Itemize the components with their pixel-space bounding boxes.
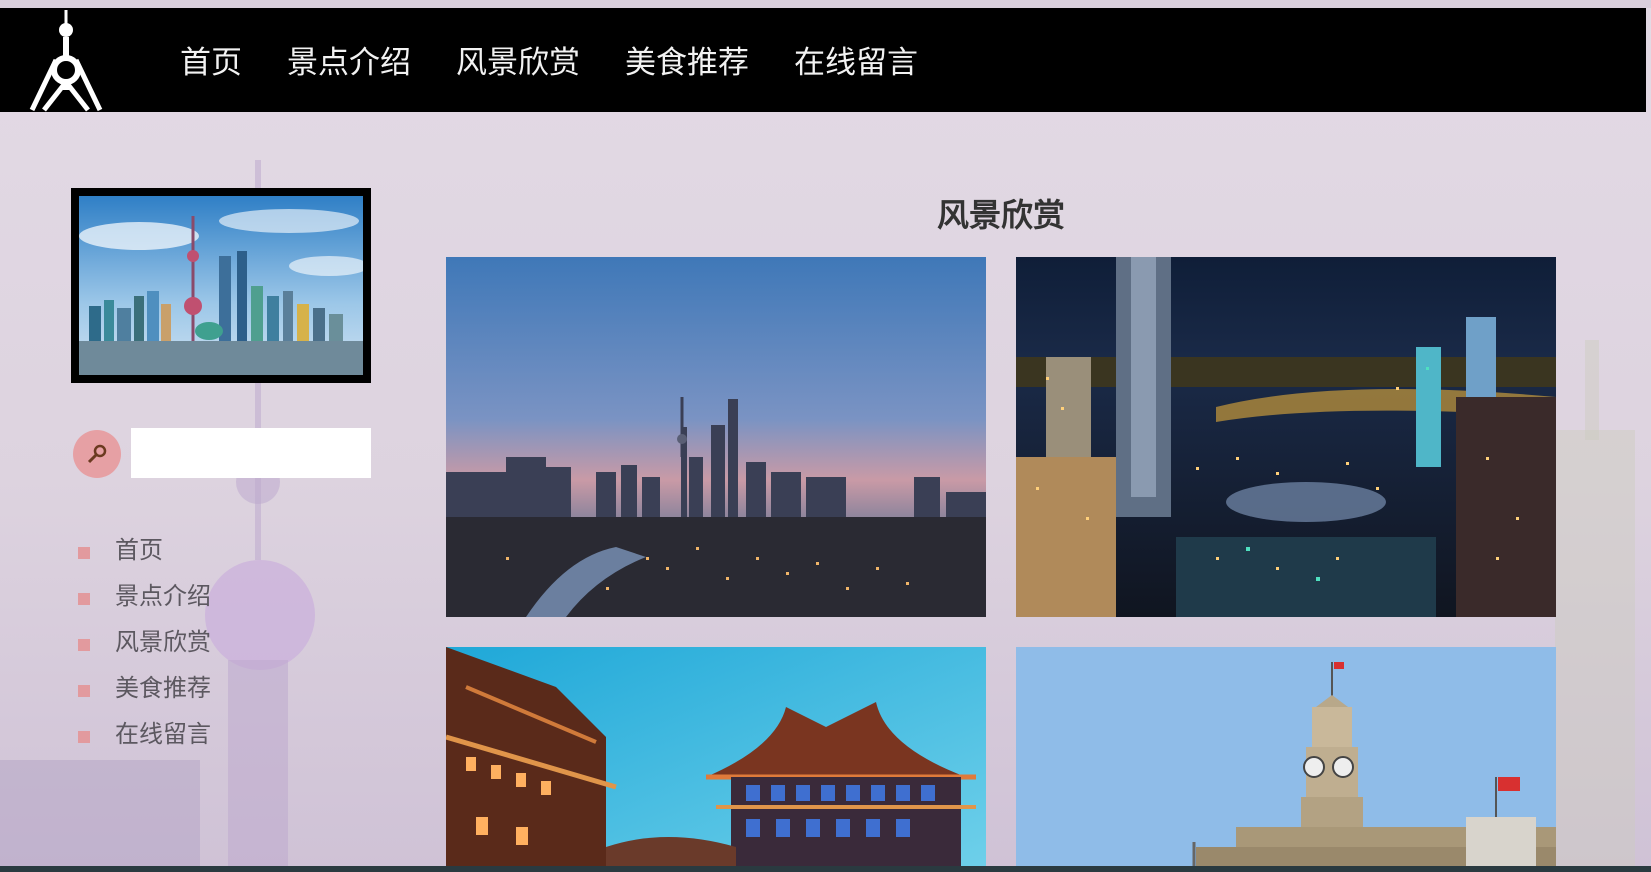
sidebar-item-label: 首页: [115, 536, 163, 564]
main-nav: 首页 景点介绍 风景欣赏 美食推荐 在线留言: [180, 42, 918, 84]
sidebar-item-label: 在线留言: [115, 720, 211, 748]
photo-image: [446, 647, 986, 872]
photo-image: [1016, 257, 1556, 617]
photo-image: [446, 257, 986, 617]
photo-image: [1016, 647, 1556, 872]
search-input[interactable]: [131, 428, 371, 478]
sidebar-menu: 首页 景点介绍 风景欣赏 美食推荐 在线留言: [78, 527, 211, 757]
sidebar-item-home[interactable]: 首页: [78, 527, 211, 573]
gallery-photo-clock-tower[interactable]: [1016, 647, 1556, 872]
nav-attractions[interactable]: 景点介绍: [287, 42, 411, 84]
logo-icon[interactable]: [24, 10, 108, 112]
gallery-photo-shanghai-dusk[interactable]: [446, 257, 986, 617]
sidebar-item-label: 景点介绍: [115, 582, 211, 610]
nav-food[interactable]: 美食推荐: [625, 42, 749, 84]
sidebar-item-guestbook[interactable]: 在线留言: [78, 711, 211, 757]
gallery-photo-ancient-pavilion[interactable]: [446, 647, 986, 872]
gallery-photo-city-night[interactable]: [1016, 257, 1556, 617]
bottom-bar: [0, 866, 1651, 872]
sidebar-item-food[interactable]: 美食推荐: [78, 665, 211, 711]
bullet-icon: [78, 547, 90, 559]
bullet-icon: [78, 639, 90, 651]
top-navbar: 首页 景点介绍 风景欣赏 美食推荐 在线留言: [0, 8, 1646, 112]
sidebar-item-label: 风景欣赏: [115, 628, 211, 656]
nav-guestbook[interactable]: 在线留言: [794, 42, 918, 84]
search-icon: [87, 444, 107, 464]
top-strip: [0, 0, 1651, 8]
nav-home[interactable]: 首页: [180, 42, 242, 84]
nav-scenery[interactable]: 风景欣赏: [456, 42, 580, 84]
skyline-image: [79, 196, 369, 375]
bullet-icon: [78, 685, 90, 697]
sidebar-item-label: 美食推荐: [115, 674, 211, 702]
bullet-icon: [78, 731, 90, 743]
bullet-icon: [78, 593, 90, 605]
sidebar-city-photo: [71, 188, 371, 383]
search-button[interactable]: [73, 430, 121, 478]
sidebar-item-attractions[interactable]: 景点介绍: [78, 573, 211, 619]
page-title: 风景欣赏: [936, 196, 1065, 234]
sidebar-item-scenery[interactable]: 风景欣赏: [78, 619, 211, 665]
